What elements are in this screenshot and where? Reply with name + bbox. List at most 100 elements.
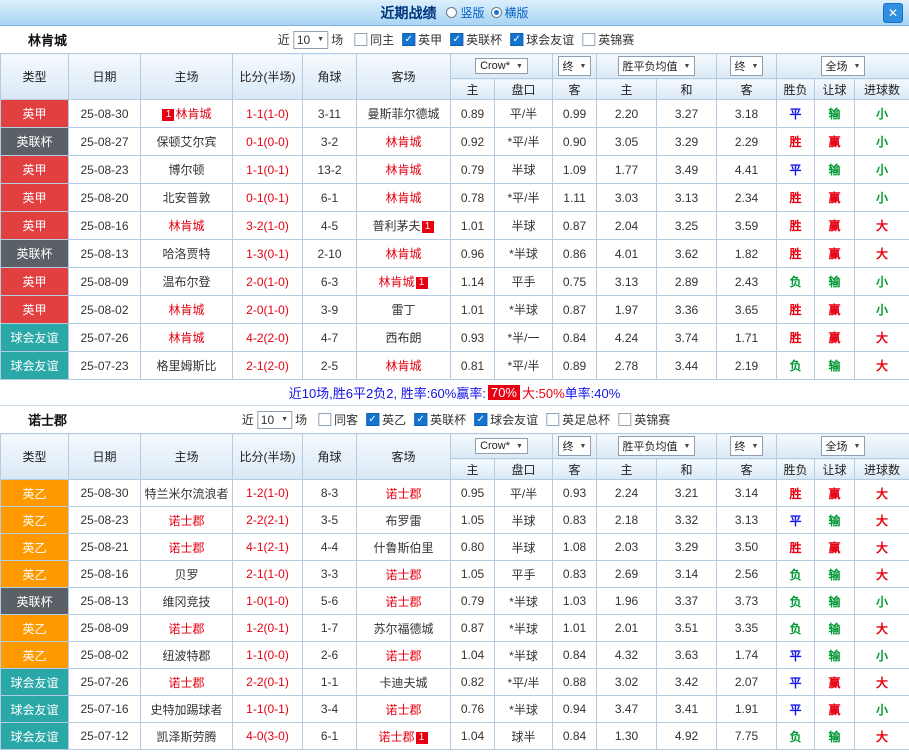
home-team: 林肯城	[141, 296, 233, 324]
away-team: 诺士郡	[357, 480, 451, 507]
ah-line: *平/半	[495, 184, 553, 212]
home-team-name: 林肯城	[168, 331, 204, 345]
bookmaker-select[interactable]: Crow*▼	[475, 58, 528, 74]
away-team: 诺士郡	[357, 561, 451, 588]
checkbox-checked-icon[interactable]: ✓	[414, 413, 427, 426]
scope-select[interactable]: 全场▼	[821, 56, 866, 76]
odds-average-select[interactable]: 胜平负均值▼	[618, 436, 696, 456]
filter-checkbox-同主[interactable]: 同主	[354, 31, 394, 48]
home-team: 史特加踢球者	[141, 696, 233, 723]
score: 2-0(1-0)	[233, 296, 303, 324]
ah-away-odds: 0.89	[553, 352, 597, 380]
summary-text: 70%	[488, 385, 520, 400]
filter-checkbox-球会友谊[interactable]: ✓球会友谊	[510, 31, 574, 48]
corners: 4-7	[303, 324, 357, 352]
checkbox-checked-icon[interactable]: ✓	[450, 33, 463, 46]
ah-line: 平手	[495, 268, 553, 296]
section-header: 林肯城近10▼场同主✓英甲✓英联杯✓球会友谊英锦赛	[0, 26, 909, 53]
filter-checkbox-球会友谊[interactable]: ✓球会友谊	[474, 411, 538, 428]
filter-checkbox-英锦赛[interactable]: 英锦赛	[582, 31, 634, 48]
checkbox-label: 英锦赛	[598, 31, 634, 48]
ah-result: 输	[815, 723, 855, 750]
league-badge: 英甲	[1, 212, 69, 240]
checkbox-unchecked-icon[interactable]	[318, 413, 331, 426]
bookmaker-select[interactable]: Crow*▼	[475, 438, 528, 454]
checkbox-checked-icon[interactable]: ✓	[510, 33, 523, 46]
filter-checkbox-英足总杯[interactable]: 英足总杯	[546, 411, 610, 428]
home-team: 纽波特郡	[141, 642, 233, 669]
filter-checkbox-英联杯[interactable]: ✓英联杯	[450, 31, 502, 48]
filter-checkbox-英锦赛[interactable]: 英锦赛	[618, 411, 670, 428]
away-team: 诺士郡1	[357, 723, 451, 750]
filter-checkbox-英乙[interactable]: ✓英乙	[366, 411, 406, 428]
col-header-corner: 角球	[303, 54, 357, 100]
match-date: 25-08-21	[69, 534, 141, 561]
home-team-name: 史特加踢球者	[150, 703, 222, 717]
wdl-result: 平	[777, 642, 815, 669]
checkbox-unchecked-icon[interactable]	[582, 33, 595, 46]
checkbox-checked-icon[interactable]: ✓	[474, 413, 487, 426]
score: 1-1(0-1)	[233, 156, 303, 184]
ah-away-odds: 1.08	[553, 534, 597, 561]
checkbox-label: 英甲	[418, 31, 442, 48]
radio-selected-icon[interactable]	[491, 7, 502, 18]
ah-home-odds: 0.96	[451, 240, 495, 268]
ah-home-odds: 0.76	[451, 696, 495, 723]
match-row: 英乙25-08-23诺士郡2-2(2-1)3-5布罗雷1.05半球0.832.1…	[1, 507, 909, 534]
layout-radio-label[interactable]: 横版	[505, 4, 529, 21]
eu-final-select[interactable]: 终▼	[730, 56, 764, 76]
match-date: 25-08-13	[69, 588, 141, 615]
league-badge: 英乙	[1, 507, 69, 534]
home-team: 保顿艾尔宾	[141, 128, 233, 156]
ah-final-select[interactable]: 终▼	[558, 56, 592, 76]
eu-away-odds: 3.65	[717, 296, 777, 324]
eu-draw-odds: 3.27	[657, 100, 717, 128]
score: 2-0(1-0)	[233, 268, 303, 296]
checkbox-unchecked-icon[interactable]	[618, 413, 631, 426]
ah-away-odds: 1.03	[553, 588, 597, 615]
eu-away-odds: 2.34	[717, 184, 777, 212]
ah-away-odds: 0.88	[553, 669, 597, 696]
match-row: 球会友谊25-07-16史特加踢球者1-1(0-1)3-4诺士郡0.76*半球0…	[1, 696, 909, 723]
checkbox-label: 英锦赛	[634, 411, 670, 428]
radio-unselected-icon[interactable]	[446, 7, 457, 18]
eu-final-select[interactable]: 终▼	[730, 436, 764, 456]
eu-draw-odds: 3.36	[657, 296, 717, 324]
eu-home-odds: 4.32	[597, 642, 657, 669]
checkbox-unchecked-icon[interactable]	[354, 33, 367, 46]
team-name: 林肯城	[28, 30, 67, 49]
filter-checkbox-同客[interactable]: 同客	[318, 411, 358, 428]
checkbox-checked-icon[interactable]: ✓	[402, 33, 415, 46]
filter-checkbox-英联杯[interactable]: ✓英联杯	[414, 411, 466, 428]
ou-result: 大	[855, 507, 909, 534]
recent-count-select[interactable]: 10▼	[257, 411, 292, 429]
filter-bar: 近10▼场同客✓英乙✓英联杯✓球会友谊英足总杯英锦赛	[239, 411, 670, 429]
checkbox-checked-icon[interactable]: ✓	[366, 413, 379, 426]
home-team-name: 博尔顿	[168, 163, 204, 177]
ah-final-select[interactable]: 终▼	[558, 436, 592, 456]
checkbox-unchecked-icon[interactable]	[546, 413, 559, 426]
score: 1-1(0-1)	[233, 696, 303, 723]
odds-average-select[interactable]: 胜平负均值▼	[618, 56, 696, 76]
wdl-result: 胜	[777, 296, 815, 324]
home-team-name: 诺士郡	[168, 541, 204, 555]
home-team: 维冈竞技	[141, 588, 233, 615]
ah-result: 输	[815, 615, 855, 642]
team-section: 诺士郡近10▼场同客✓英乙✓英联杯✓球会友谊英足总杯英锦赛类型日期主场比分(半场…	[0, 406, 909, 750]
eu-away-odds: 1.71	[717, 324, 777, 352]
eu-away-odds: 2.56	[717, 561, 777, 588]
scope-select[interactable]: 全场▼	[821, 436, 866, 456]
wdl-result: 平	[777, 100, 815, 128]
recent-count-select[interactable]: 10▼	[293, 31, 328, 49]
close-button[interactable]: ✕	[883, 3, 903, 23]
league-badge: 英乙	[1, 480, 69, 507]
ah-away-odds: 0.84	[553, 324, 597, 352]
away-team-name: 林肯城	[385, 247, 421, 261]
home-team-name: 维冈竞技	[162, 595, 210, 609]
ah-away-odds: 0.99	[553, 100, 597, 128]
home-team: 诺士郡	[141, 615, 233, 642]
bookmaker-select-value: Crow*	[480, 440, 510, 452]
ah-line: *半球	[495, 588, 553, 615]
filter-checkbox-英甲[interactable]: ✓英甲	[402, 31, 442, 48]
layout-radio-label[interactable]: 竖版	[460, 4, 484, 21]
